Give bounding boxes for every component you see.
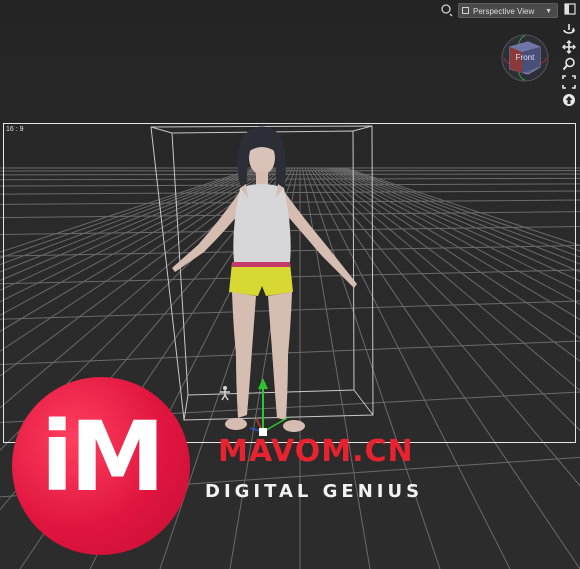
pan-icon[interactable] xyxy=(562,40,576,54)
aspect-ratio-label: 16 : 9 xyxy=(6,126,24,133)
home-icon[interactable] xyxy=(562,93,576,107)
chevron-down-icon: ▼ xyxy=(545,8,552,15)
watermark-logo-text: iM xyxy=(40,401,165,513)
view-mode-label: Perspective View xyxy=(473,7,535,16)
view-cube[interactable]: Front xyxy=(500,33,550,83)
frame-icon[interactable] xyxy=(562,75,576,89)
watermark-url: MAVOM.CN xyxy=(218,434,414,469)
view-mode-dropdown[interactable]: Perspective View ▼ xyxy=(458,3,558,18)
watermark-tagline: DIGITAL GENIUS xyxy=(205,481,424,502)
visibility-toggle-icon[interactable] xyxy=(440,3,454,17)
view-cube-face-label: Front xyxy=(515,53,535,62)
pose-figure-icon[interactable] xyxy=(216,385,232,404)
camera-icon xyxy=(462,7,469,14)
zoom-icon[interactable] xyxy=(562,57,576,71)
panel-menu-icon[interactable] xyxy=(563,3,577,17)
orbit-icon[interactable] xyxy=(562,22,576,36)
